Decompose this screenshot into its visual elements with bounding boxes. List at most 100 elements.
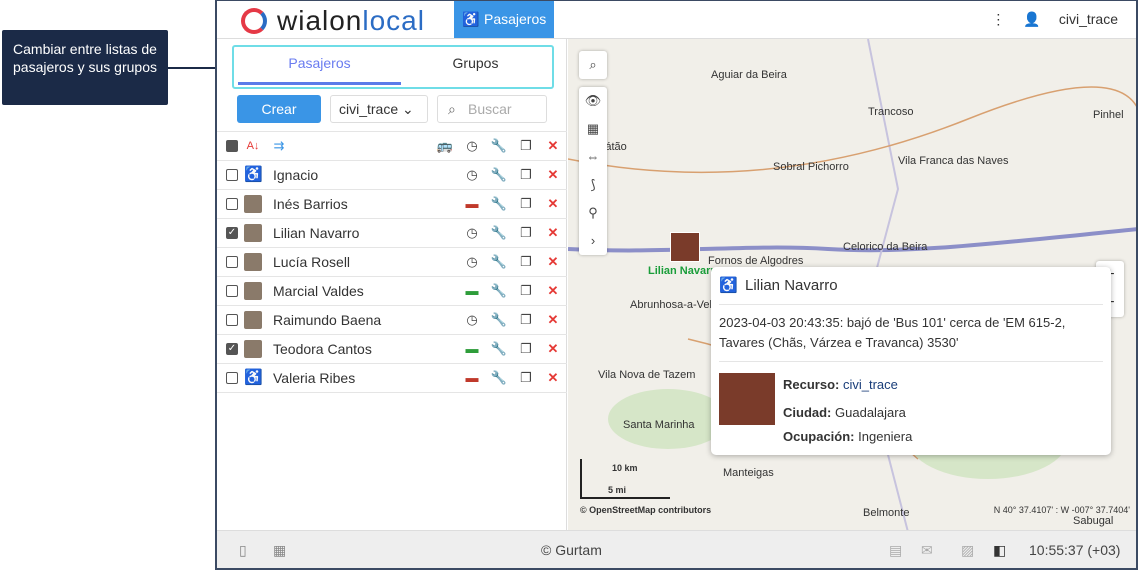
delete-icon[interactable]: ✕ xyxy=(543,190,563,218)
place-label: Sabugal xyxy=(1073,515,1114,527)
wrench-icon[interactable]: 🔧 xyxy=(489,219,509,247)
copy-icon[interactable]: ❐ xyxy=(516,364,536,392)
select-all-checkbox[interactable] xyxy=(226,140,238,152)
passenger-marker[interactable] xyxy=(670,232,700,262)
row-checkbox[interactable] xyxy=(226,256,238,268)
user-icon[interactable]: 👤 xyxy=(1023,11,1040,27)
clock-icon[interactable]: ◷ xyxy=(462,132,482,160)
seat-icon: ♿ xyxy=(462,11,480,27)
passengers-app-button[interactable]: ♿ Pasajeros xyxy=(454,1,554,38)
passenger-row[interactable]: Marcial Valdes ▬ 🔧 ❐ ✕ xyxy=(217,277,567,306)
copy-icon[interactable]: ❐ xyxy=(516,132,536,160)
delete-icon[interactable]: ✕ xyxy=(543,161,563,189)
user-name[interactable]: civi_trace xyxy=(1059,11,1118,27)
passenger-name[interactable]: Inés Barrios xyxy=(273,190,348,218)
passenger-row[interactable]: Inés Barrios ▬ 🔧 ❐ ✕ xyxy=(217,190,567,219)
search-input[interactable]: ⌕ Buscar xyxy=(437,95,547,123)
place-label: Vila Franca das Naves xyxy=(898,155,1009,167)
copy-icon[interactable]: ❐ xyxy=(516,277,536,305)
route-icon[interactable]: ⟆ xyxy=(579,171,607,199)
passenger-panel: Pasajeros Grupos Crear civi_trace ⌄ ⌕ Bus… xyxy=(217,39,567,530)
waypoints-icon[interactable]: ⚲ xyxy=(579,199,607,227)
chevron-down-icon: ⌄ xyxy=(402,101,414,117)
wrench-icon[interactable]: 🔧 xyxy=(489,335,509,363)
passenger-row[interactable]: ♿ Ignacio ◷ 🔧 ❐ ✕ xyxy=(217,161,567,190)
annotation-callout: Cambiar entre listas de pasajeros y sus … xyxy=(2,30,168,105)
delete-icon[interactable]: ✕ xyxy=(543,364,563,392)
place-label: Aguiar da Beira xyxy=(711,69,787,81)
map-tools: 👁 ▦ ⇔ ⟆ ⚲ › xyxy=(579,87,607,255)
delete-icon[interactable]: ✕ xyxy=(543,306,563,334)
passenger-name[interactable]: Ignacio xyxy=(273,161,318,189)
passenger-name[interactable]: Lilian Navarro xyxy=(273,219,359,247)
passenger-row[interactable]: Raimundo Baena ◷ 🔧 ❐ ✕ xyxy=(217,306,567,335)
place-label: Santa Marinha xyxy=(623,419,695,431)
passenger-row[interactable]: ♿ Valeria Ribes ▬ 🔧 ❐ ✕ xyxy=(217,364,567,393)
bus-red-icon: ▬ xyxy=(465,370,479,385)
map-search-button[interactable]: ⌕ xyxy=(579,51,607,79)
copy-icon[interactable]: ❐ xyxy=(516,219,536,247)
map-layers-icon[interactable]: ▦ xyxy=(579,115,607,143)
tab-passengers[interactable]: Pasajeros xyxy=(238,47,401,87)
wrench-icon[interactable]: 🔧 xyxy=(489,306,509,334)
wrench-icon[interactable]: 🔧 xyxy=(489,364,509,392)
tab-groups[interactable]: Grupos xyxy=(394,47,557,87)
layout-icon[interactable]: ◧ xyxy=(993,531,1006,569)
row-checkbox[interactable] xyxy=(226,169,238,181)
passenger-name[interactable]: Teodora Cantos xyxy=(273,335,372,363)
bus-green-icon: ▬ xyxy=(465,341,479,356)
bus-icon[interactable]: 🚌 xyxy=(435,132,455,160)
delete-icon[interactable]: ✕ xyxy=(543,277,563,305)
copy-icon[interactable]: ❐ xyxy=(516,190,536,218)
passenger-name[interactable]: Marcial Valdes xyxy=(273,277,364,305)
menu-icon[interactable]: ⋮ xyxy=(991,11,1005,27)
place-label: Manteigas xyxy=(723,467,774,479)
sort-az-icon[interactable]: A↓ xyxy=(243,132,263,160)
create-button[interactable]: Crear xyxy=(237,95,321,123)
wrench-icon[interactable]: 🔧 xyxy=(489,248,509,276)
resource-select[interactable]: civi_trace ⌄ xyxy=(330,95,428,123)
attribution[interactable]: © OpenStreetMap contributors xyxy=(580,505,711,515)
panel-toggle-icon[interactable]: ▯ xyxy=(239,531,247,569)
active-tab-indicator xyxy=(238,82,401,85)
delete-icon[interactable]: ✕ xyxy=(543,335,563,363)
copy-icon[interactable]: ❐ xyxy=(516,161,536,189)
row-checkbox[interactable]: ✓ xyxy=(226,227,238,239)
eye-icon[interactable]: 👁 xyxy=(579,87,607,115)
wrench-icon[interactable]: 🔧 xyxy=(489,277,509,305)
row-checkbox[interactable] xyxy=(226,314,238,326)
place-label: Celorico da Beira xyxy=(843,241,928,253)
apps-grid-icon[interactable]: ▦ xyxy=(273,531,286,569)
messages-icon[interactable]: ✉ xyxy=(921,531,933,569)
copy-icon[interactable]: ❐ xyxy=(516,306,536,334)
delete-icon[interactable]: ✕ xyxy=(543,132,563,160)
notification-icon[interactable]: ▤ xyxy=(889,531,902,569)
coordinates: N 40° 37.4107' : W -007° 37.7404' xyxy=(993,505,1130,515)
passenger-name[interactable]: Valeria Ribes xyxy=(273,364,355,392)
wrench-icon[interactable]: 🔧 xyxy=(489,190,509,218)
map[interactable]: Aguiar da Beira Trancoso Pinhel Sátão Vila F… xyxy=(568,39,1136,530)
copy-icon[interactable]: ❐ xyxy=(516,335,536,363)
place-label: Sobral Pichorro xyxy=(773,161,849,173)
footer: ▯ ▦ © Gurtam ▤ ✉ ▨ ◧ 10:55:37 (+03) xyxy=(217,530,1136,568)
delete-icon[interactable]: ✕ xyxy=(543,219,563,247)
ruler-icon[interactable]: ⇔ xyxy=(579,143,607,171)
logo[interactable]: wialonlocal xyxy=(241,5,425,37)
group-icon[interactable]: ⇉ xyxy=(269,132,289,160)
expand-icon[interactable]: › xyxy=(579,227,607,255)
row-checkbox[interactable] xyxy=(226,285,238,297)
row-checkbox[interactable]: ✓ xyxy=(226,343,238,355)
row-checkbox[interactable] xyxy=(226,372,238,384)
passenger-row[interactable]: ✓ Lilian Navarro ◷ 🔧 ❐ ✕ xyxy=(217,219,567,248)
row-checkbox[interactable] xyxy=(226,198,238,210)
passenger-row[interactable]: Lucía Rosell ◷ 🔧 ❐ ✕ xyxy=(217,248,567,277)
copy-icon[interactable]: ❐ xyxy=(516,248,536,276)
passenger-name[interactable]: Lucía Rosell xyxy=(273,248,350,276)
delete-icon[interactable]: ✕ xyxy=(543,248,563,276)
image-icon[interactable]: ▨ xyxy=(961,531,974,569)
passenger-name[interactable]: Raimundo Baena xyxy=(273,306,381,334)
wrench-icon[interactable]: 🔧 xyxy=(489,161,509,189)
bus-red-icon: ▬ xyxy=(465,196,479,211)
passenger-row[interactable]: ✓ Teodora Cantos ▬ 🔧 ❐ ✕ xyxy=(217,335,567,364)
wrench-icon[interactable]: 🔧 xyxy=(489,132,509,160)
